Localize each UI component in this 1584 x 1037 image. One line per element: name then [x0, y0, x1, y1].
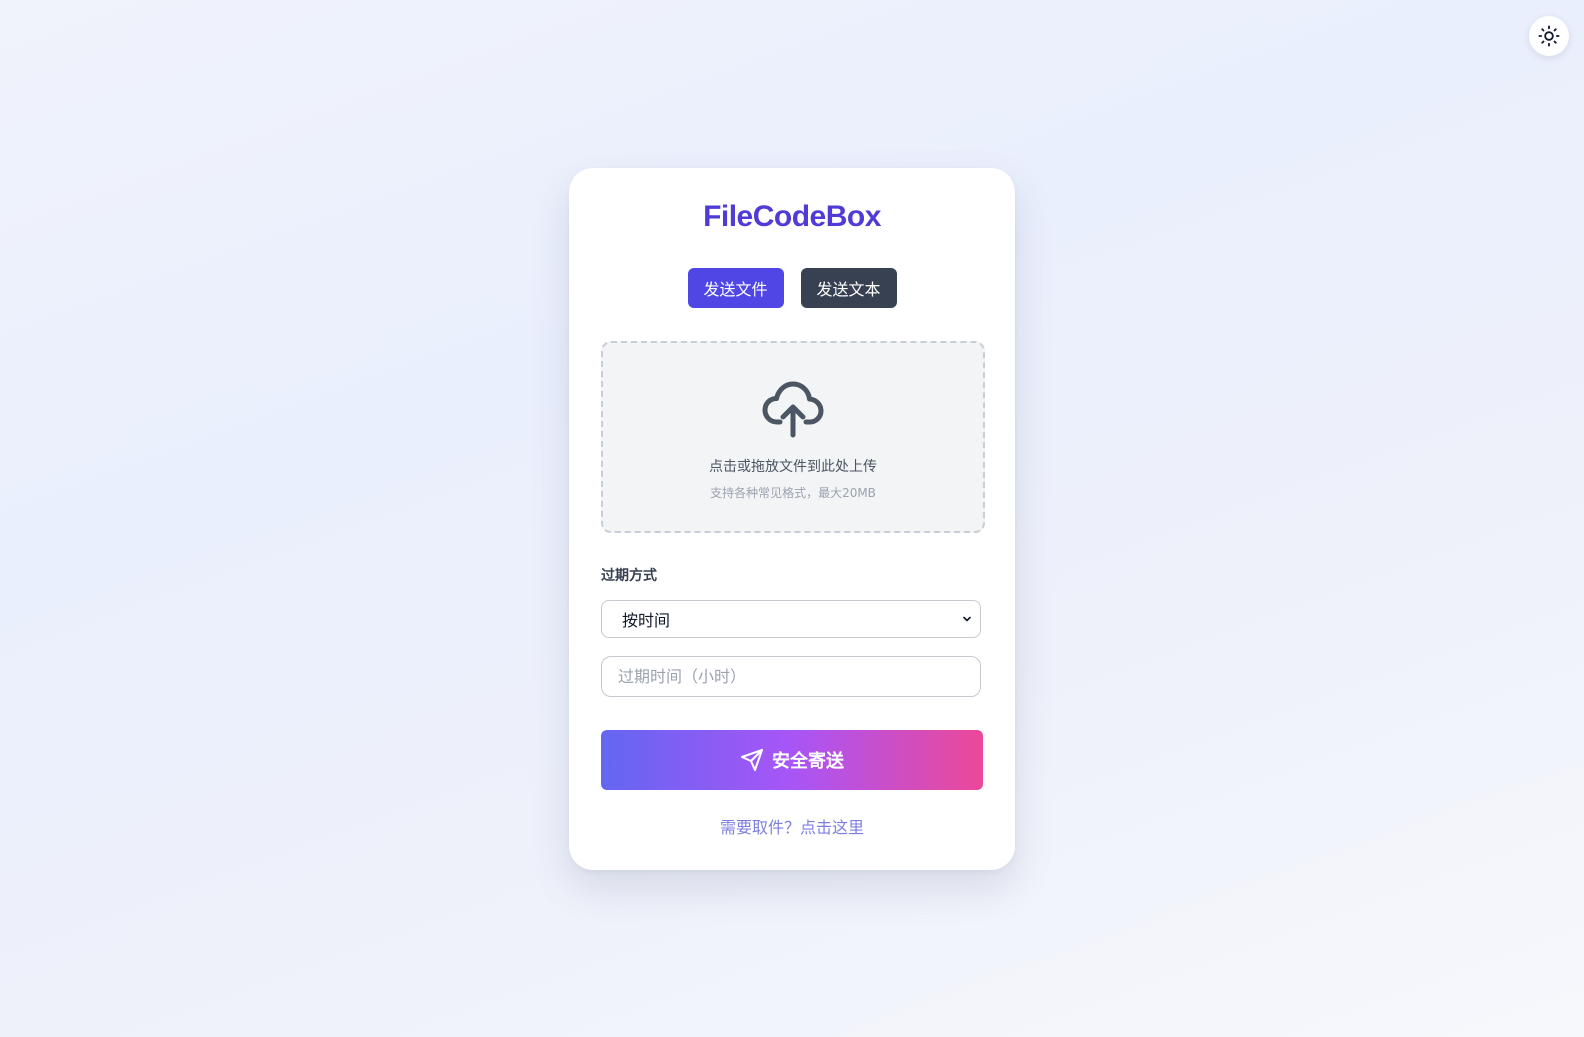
expire-hours-input[interactable]: [601, 656, 981, 697]
tab-send-text[interactable]: 发送文本: [800, 268, 897, 308]
dropzone-main-text: 点击或拖放文件到此处上传: [709, 459, 877, 475]
paper-plane-icon: [741, 749, 763, 771]
secure-send-button[interactable]: 安全寄送: [601, 730, 983, 790]
file-dropzone[interactable]: 点击或拖放文件到此处上传 支持各种常见格式，最大20MB: [601, 341, 985, 533]
sun-icon: [1538, 25, 1560, 47]
theme-toggle-button[interactable]: [1529, 16, 1569, 56]
mode-tabs: 发送文件 发送文本: [569, 268, 1015, 308]
chevron-down-icon: [963, 616, 971, 622]
expire-method-label: 过期方式: [601, 568, 657, 584]
send-card: FileCodeBox 发送文件 发送文本 点击或拖放文件到此处上传 支持各种常…: [569, 168, 1015, 870]
secure-send-label: 安全寄送: [772, 751, 844, 772]
dropzone-hint-text: 支持各种常见格式，最大20MB: [710, 486, 876, 500]
cloud-upload-icon: [762, 381, 824, 438]
retrieve-link[interactable]: 需要取件？点击这里: [569, 814, 1015, 838]
tab-send-file[interactable]: 发送文件: [687, 268, 784, 308]
app-title: FileCodeBox: [703, 200, 881, 233]
expire-method-value: 按时间: [622, 611, 671, 630]
expire-method-select[interactable]: 按时间: [601, 600, 981, 638]
